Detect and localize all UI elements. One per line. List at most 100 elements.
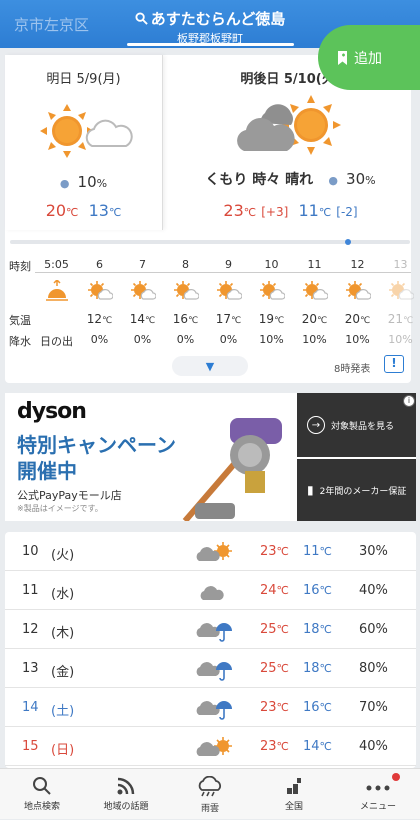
location-name: あすたむらんど徳島 (150, 10, 286, 28)
hour-rain: 10% (345, 333, 370, 346)
hour-rain: 10% (302, 333, 327, 346)
raindrop-icon: ● (59, 177, 70, 190)
hour-temp: 19℃ (258, 312, 285, 326)
weekly-high: 24℃ (260, 583, 289, 598)
tab-local-topics[interactable]: 地域の話題 (84, 769, 168, 820)
weekly-row[interactable]: 13 (金) 25℃ 18℃ 80% (5, 649, 416, 688)
weekly-row[interactable]: 14 (土) 23℃ 16℃ 70% (5, 688, 416, 727)
raindrop-icon: ● (328, 174, 339, 187)
sun-cloud-icon (303, 281, 328, 300)
sun-cloud-icon (389, 281, 414, 300)
hour-rain: 0% (90, 333, 109, 346)
weekly-low: 16℃ (303, 583, 332, 598)
bottom-tab-bar: 地点検索 地域の話題 雨雲 全国 メニュー (0, 768, 420, 819)
warranty-link[interactable]: ▮ 2年間のメーカー保証 (297, 459, 416, 521)
cloud-sun-icon (196, 542, 232, 561)
expand-hourly-button[interactable]: ▼ (172, 356, 248, 376)
tab-nationwide[interactable]: 全国 (252, 769, 336, 820)
weekly-rain: 30% (359, 544, 388, 559)
weekly-date: 13 (22, 661, 39, 676)
add-label: 追加 (354, 50, 382, 67)
weekly-row[interactable]: 12 (木) 25℃ 18℃ 60% (5, 610, 416, 649)
hour-temp: 12℃ (86, 312, 113, 326)
weekly-high: 23℃ (260, 700, 289, 715)
cloud-umbrella-icon (196, 662, 232, 681)
cloud-umbrella-icon (196, 623, 232, 642)
weekly-high: 25℃ (260, 622, 289, 637)
weekly-low: 14℃ (303, 739, 332, 754)
sun-cloud-icon (88, 281, 113, 300)
weekly-weekday: (日) (51, 743, 75, 758)
notification-badge (392, 773, 400, 781)
weekly-weekday: (火) (51, 548, 75, 563)
ad-logo: dyson (17, 399, 87, 424)
ad-info-icon[interactable]: i (403, 395, 415, 407)
hour-label: 11 (307, 258, 322, 271)
weekly-rain: 40% (359, 583, 388, 598)
day-after-temps: 23℃ [+3] 11℃ [-2] (223, 201, 358, 220)
sunrise-label: 日の出 (40, 335, 73, 348)
cloud-sun-icon (236, 95, 341, 155)
hour-temp: 20℃ (301, 312, 328, 326)
tab-search[interactable]: 地点検索 (0, 769, 84, 820)
weekly-forecast: 10 (火) 23℃ 11℃ 30% 11 (水) 24℃ 16℃ 40% 12 (木) 25℃ 18℃ 6… (5, 532, 416, 768)
hour-rain: 10% (388, 333, 413, 346)
condition-text: くもり 時々 晴れ (205, 172, 314, 188)
bookmark-plus-icon (338, 50, 347, 65)
weekly-rain: 60% (359, 622, 388, 637)
weekly-low: 18℃ (303, 622, 332, 637)
weekly-weekday: (金) (51, 665, 75, 680)
weekly-date: 10 (22, 544, 39, 559)
hour-label: 5:05 (44, 258, 69, 271)
cloud-icon (200, 586, 224, 600)
tomorrow-rain: ● 10% (59, 173, 108, 191)
cloud-sun-icon (196, 737, 232, 756)
sunrise-icon (46, 280, 68, 301)
day-after-summary: くもり 時々 晴れ ● 30% (205, 170, 376, 188)
search-icon (135, 12, 148, 25)
rain-cloud-icon (198, 776, 221, 797)
weekly-date: 11 (22, 583, 39, 598)
weekly-row[interactable]: 10 (火) 23℃ 11℃ 30% (5, 532, 416, 571)
hour-temp: 17℃ (215, 312, 242, 326)
hour-label: 8 (182, 258, 189, 271)
cloud-umbrella-icon (196, 701, 232, 720)
tab-rain-cloud[interactable]: 雨雲 (168, 769, 252, 820)
sun-cloud-icon (346, 281, 371, 300)
add-location-button[interactable]: 追加 (318, 25, 420, 90)
ad-banner[interactable]: dyson 特別キャンペーン 開催中 公式PayPayモール店 ※製品はイメージ… (5, 393, 416, 521)
search-icon (33, 777, 51, 795)
ad-headline-2: 開催中 (17, 459, 77, 483)
prev-location-label[interactable]: 京市左京区 (14, 14, 89, 35)
hour-rain: 0% (176, 333, 195, 346)
temp-row-label: 気温 (9, 314, 31, 327)
weekly-date: 15 (22, 739, 39, 754)
rss-icon (117, 777, 135, 795)
weekly-rain: 70% (359, 700, 388, 715)
tab-menu[interactable]: メニュー (336, 769, 420, 820)
hourly-divider (35, 272, 411, 273)
ad-shop: 公式PayPayモール店 (17, 489, 122, 502)
arrow-right-icon: → (307, 416, 325, 434)
weekly-rain: 40% (359, 739, 388, 754)
hour-temp: 16℃ (172, 312, 199, 326)
location-underline (127, 43, 294, 46)
tomorrow-panel[interactable]: 明日 5/9(月) ● 10% 20℃ 13℃ (5, 55, 163, 230)
weekly-high: 23℃ (260, 544, 289, 559)
weekly-weekday: (水) (51, 587, 75, 602)
sun-cloud-icon (217, 281, 242, 300)
sun-cloud-icon (39, 104, 133, 158)
weekly-row[interactable]: 11 (水) 24℃ 16℃ 40% (5, 571, 416, 610)
alert-icon[interactable]: ! (384, 355, 404, 373)
tomorrow-title: 明日 5/9(月) (46, 72, 121, 87)
weekly-row[interactable]: 15 (日) 23℃ 14℃ 40% (5, 727, 416, 766)
weekly-weekday: (木) (51, 626, 75, 641)
hour-rain: 0% (133, 333, 152, 346)
hour-label: 9 (225, 258, 232, 271)
view-products-link[interactable]: → 対象製品を見る (297, 393, 416, 457)
sun-cloud-icon (174, 281, 199, 300)
rain-row-label: 降水 (9, 335, 31, 348)
japan-map-icon (287, 778, 301, 794)
location-title[interactable]: あすたむらんど徳島 板野郡板野町 (125, 8, 295, 46)
weekly-high: 25℃ (260, 661, 289, 676)
